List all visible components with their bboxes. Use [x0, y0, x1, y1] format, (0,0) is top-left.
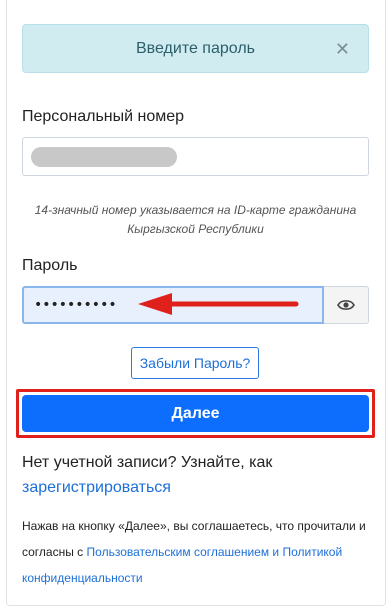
personal-number-hint: 14-значный номер указывается на ID-карте… — [34, 203, 357, 236]
next-button[interactable]: Далее — [22, 395, 369, 432]
alert-message: Введите пароль ✕ — [22, 24, 369, 73]
eye-icon — [337, 300, 355, 310]
forgot-password-button[interactable]: Забыли Пароль? — [131, 347, 259, 379]
alert-text: Введите пароль — [136, 39, 255, 57]
annotation-arrow — [138, 293, 299, 315]
register-prefix: Нет учетной записи? Узнайте, как — [22, 454, 273, 471]
password-label: Пароль — [22, 257, 78, 274]
personal-number-input[interactable] — [22, 137, 369, 176]
personal-number-label: Персональный номер — [22, 108, 185, 125]
close-icon[interactable]: ✕ — [335, 40, 350, 58]
terms-notice: Нажав на кнопку «Далее», вы соглашаетесь… — [22, 513, 369, 591]
register-link[interactable]: зарегистрироваться — [22, 479, 171, 496]
register-prompt: Нет учетной записи? Узнайте, как зарегис… — [22, 450, 369, 500]
redacted-value — [31, 147, 177, 167]
show-password-button[interactable] — [324, 286, 369, 324]
